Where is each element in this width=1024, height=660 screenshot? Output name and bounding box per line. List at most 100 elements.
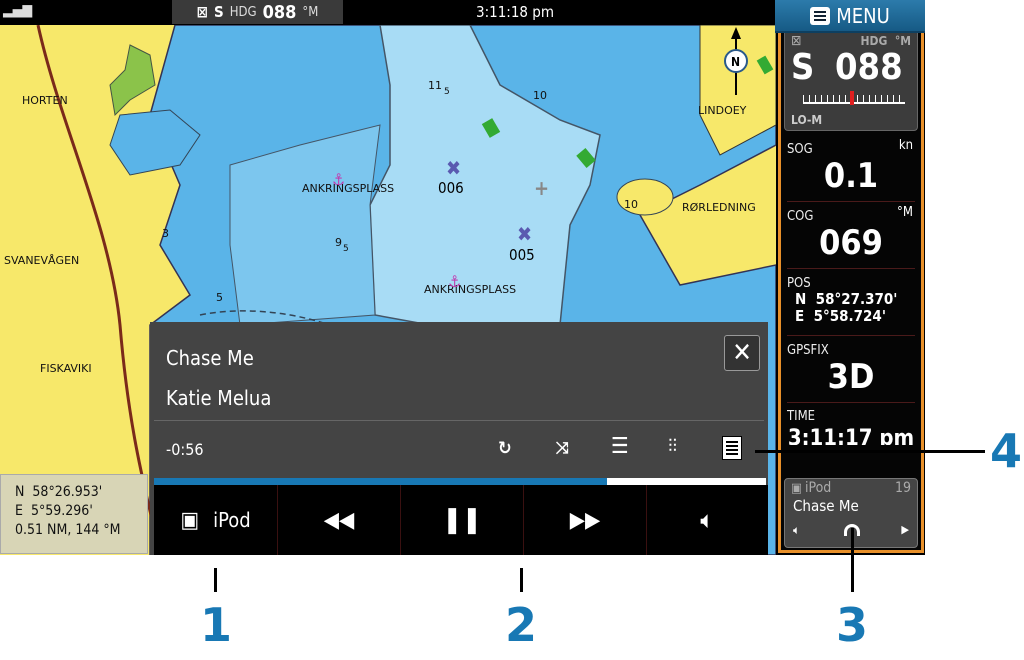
depth-decimal: 5: [343, 244, 349, 254]
hdg-cell[interactable]: ⊠ HDG °M S 088 LO-M: [784, 33, 918, 131]
signal-icon: ▂▄▆: [3, 2, 33, 18]
playlist-icon[interactable]: ☰: [611, 434, 629, 459]
callout-line: [755, 450, 985, 453]
depth-decimal: 5: [444, 87, 450, 97]
cursor-cross-icon: +: [534, 176, 549, 200]
hdg-prefix: S: [213, 3, 224, 21]
place-svanevagen: SVANEVÅGEN: [4, 254, 79, 267]
depth: 9: [335, 236, 342, 249]
source-button[interactable]: ▣ iPod: [154, 485, 278, 555]
place-lindoey: LINDOEY: [698, 104, 747, 117]
depth: 5: [216, 291, 223, 304]
place-fiskaviki: FISKAVIKI: [40, 362, 92, 375]
mini-source: iPod: [805, 480, 832, 496]
menu-icon: [810, 6, 831, 25]
close-button[interactable]: ✕: [724, 335, 760, 371]
callout-line: [851, 528, 854, 592]
pause-button[interactable]: ❚❚: [401, 485, 524, 555]
callout-4: 4: [990, 424, 1023, 478]
rewind-icon: ◀◀: [323, 507, 355, 533]
track-artist: Katie Melua: [166, 386, 272, 410]
media-player: Chase Me Katie Melua ✕ -0:56 ↻ ⤨ ☰ ⫶⫶ ▣ …: [150, 322, 768, 555]
label-pipeline: RØRLEDNING: [682, 201, 756, 214]
waypoint-icon[interactable]: ✖: [517, 222, 532, 246]
repeat-icon[interactable]: ↻: [498, 438, 512, 459]
track-list-button[interactable]: [722, 436, 742, 460]
pos-lon: E 5°58.724': [795, 307, 886, 325]
source-label: iPod: [213, 508, 251, 532]
waypoint-label: 005: [509, 246, 535, 264]
progress-bar[interactable]: [154, 478, 766, 485]
callout-1: 1: [200, 598, 233, 652]
callout-line: [214, 568, 217, 592]
track-title: Chase Me: [166, 346, 254, 370]
depth: 10: [533, 89, 547, 102]
waypoint-icon[interactable]: ✖: [446, 156, 461, 180]
clock: 3:11:18 pm: [475, 3, 555, 21]
anchor-icon: ⚓: [332, 170, 345, 189]
rewind-button[interactable]: ◀◀: [278, 485, 401, 555]
pos-label: POS: [787, 276, 811, 291]
progress-fill: [154, 478, 607, 485]
pos-cell[interactable]: POS N 58°27.370' E 5°58.724': [787, 272, 915, 336]
heading-marker: [850, 91, 854, 105]
callout-line: [520, 568, 523, 592]
hdg-mode: LO-M: [791, 113, 823, 127]
menu-label: MENU: [836, 3, 890, 28]
sog-cell[interactable]: SOG kn 0.1: [787, 138, 915, 202]
volume-button[interactable]: 🔈︎: [647, 485, 768, 555]
label-anchorage: ANKRINGSPLASS: [302, 182, 394, 195]
time-label: TIME: [787, 409, 816, 424]
chartplotter-screen: HORTEN SVANEVÅGEN FISKAVIKI LINDOEY RØRL…: [0, 0, 925, 555]
waypoint-label: 006: [438, 179, 464, 197]
heading-overlay: ⊠ S HDG 088 °M: [172, 0, 343, 24]
gpsfix-value: 3D: [827, 357, 875, 397]
play-icon[interactable]: ▶: [901, 523, 909, 536]
gpsfix-label: GPSFIX: [787, 343, 829, 358]
gpsfix-cell[interactable]: GPSFIX 3D: [787, 339, 915, 403]
hdg-value: 088: [835, 47, 903, 88]
shuffle-icon[interactable]: ⤨: [556, 438, 569, 458]
fast-forward-icon: ▶▶: [569, 507, 601, 533]
pos-lat: N 58°27.370': [795, 290, 898, 308]
sog-value: 0.1: [823, 156, 879, 196]
ipod-icon: ▣: [791, 481, 803, 496]
gps-box-icon: ⊠: [196, 3, 208, 21]
sog-label: SOG: [787, 142, 813, 157]
hdg-unit: °M: [302, 4, 319, 20]
place-horten: HORTEN: [22, 94, 68, 107]
depth: 10: [624, 198, 638, 211]
fast-forward-button[interactable]: ▶▶: [524, 485, 647, 555]
cursor-range: 0.51 NM, 144 °M: [15, 522, 121, 538]
ipod-icon: ▣: [180, 507, 200, 533]
callout-3: 3: [836, 598, 869, 652]
time-remaining: -0:56: [166, 440, 204, 459]
label-anchorage: ANKRINGSPLASS: [424, 283, 516, 296]
cursor-lon: E 5°59.296': [15, 503, 93, 519]
depth: 11: [428, 79, 442, 92]
mini-track-number: 19: [894, 480, 911, 496]
cog-label: COG: [787, 209, 814, 224]
equalizer-icon[interactable]: ⫶⫶: [668, 436, 677, 457]
north-label: N: [731, 55, 740, 69]
time-cell[interactable]: TIME 3:11:17 pm: [787, 405, 915, 445]
hdg-value: 088: [262, 1, 297, 23]
cog-cell[interactable]: COG °M 069: [787, 205, 915, 269]
sog-unit: kn: [898, 138, 913, 153]
heading-scale: [803, 95, 905, 104]
anchor-icon: ⚓: [448, 272, 461, 291]
pause-icon: ❚❚: [442, 505, 482, 535]
divider: [154, 420, 764, 421]
hdg-unit: °M: [894, 34, 911, 48]
hdg-prefix: S: [791, 47, 815, 88]
cursor-lat: N 58°26.953': [15, 484, 103, 500]
callout-line-cap: [844, 524, 860, 536]
mini-title: Chase Me: [793, 497, 859, 515]
hdg-label: HDG: [860, 34, 888, 48]
volume-icon[interactable]: 🔈︎: [793, 523, 800, 538]
status-bar: ▂▄▆: [0, 0, 775, 25]
cog-value: 069: [819, 223, 883, 263]
menu-button[interactable]: MENU: [775, 0, 925, 33]
callout-2: 2: [505, 598, 538, 652]
hdg-label: HDG: [229, 4, 257, 20]
